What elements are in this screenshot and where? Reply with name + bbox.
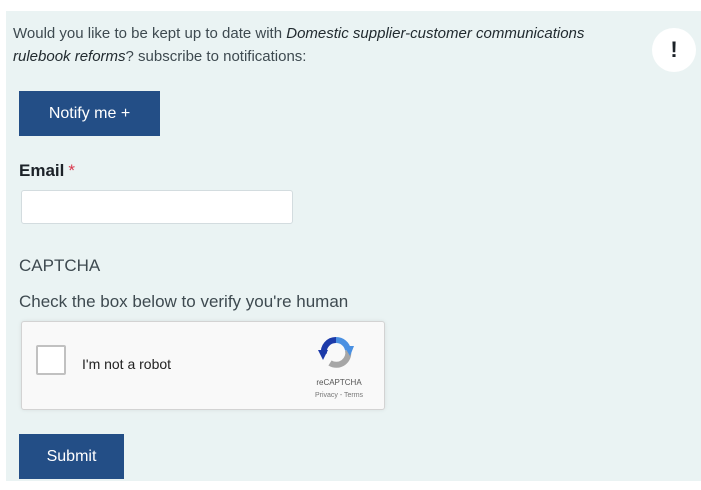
intro-after: ? subscribe to notifications:: [125, 48, 307, 65]
submit-button[interactable]: Submit: [19, 434, 124, 479]
recaptcha-widget: I'm not a robot reCAPTCHA Privacy - Term…: [21, 321, 385, 410]
recaptcha-links: Privacy - Terms: [298, 392, 380, 399]
intro-before: Would you like to be kept up to date wit…: [13, 25, 287, 42]
recaptcha-label: I'm not a robot: [82, 356, 172, 372]
email-label: Email *: [19, 161, 75, 181]
privacy-link[interactable]: Privacy: [315, 392, 338, 399]
exclamation-icon: !: [652, 28, 696, 72]
recaptcha-brand: reCAPTCHA: [316, 378, 362, 387]
email-label-text: Email: [19, 161, 65, 180]
terms-link[interactable]: Terms: [344, 392, 363, 399]
captcha-description: Check the box below to verify you're hum…: [19, 292, 349, 311]
subscribe-intro-text: Would you like to be kept up to date wit…: [13, 22, 623, 68]
alert-symbol: !: [670, 37, 678, 62]
subscribe-panel: [6, 11, 701, 481]
required-marker: *: [68, 161, 75, 180]
recaptcha-logo-icon: [318, 336, 354, 368]
recaptcha-checkbox[interactable]: [36, 345, 66, 375]
captcha-title: CAPTCHA: [19, 256, 101, 275]
email-field[interactable]: [21, 190, 293, 224]
notify-me-button[interactable]: Notify me +: [19, 91, 160, 136]
